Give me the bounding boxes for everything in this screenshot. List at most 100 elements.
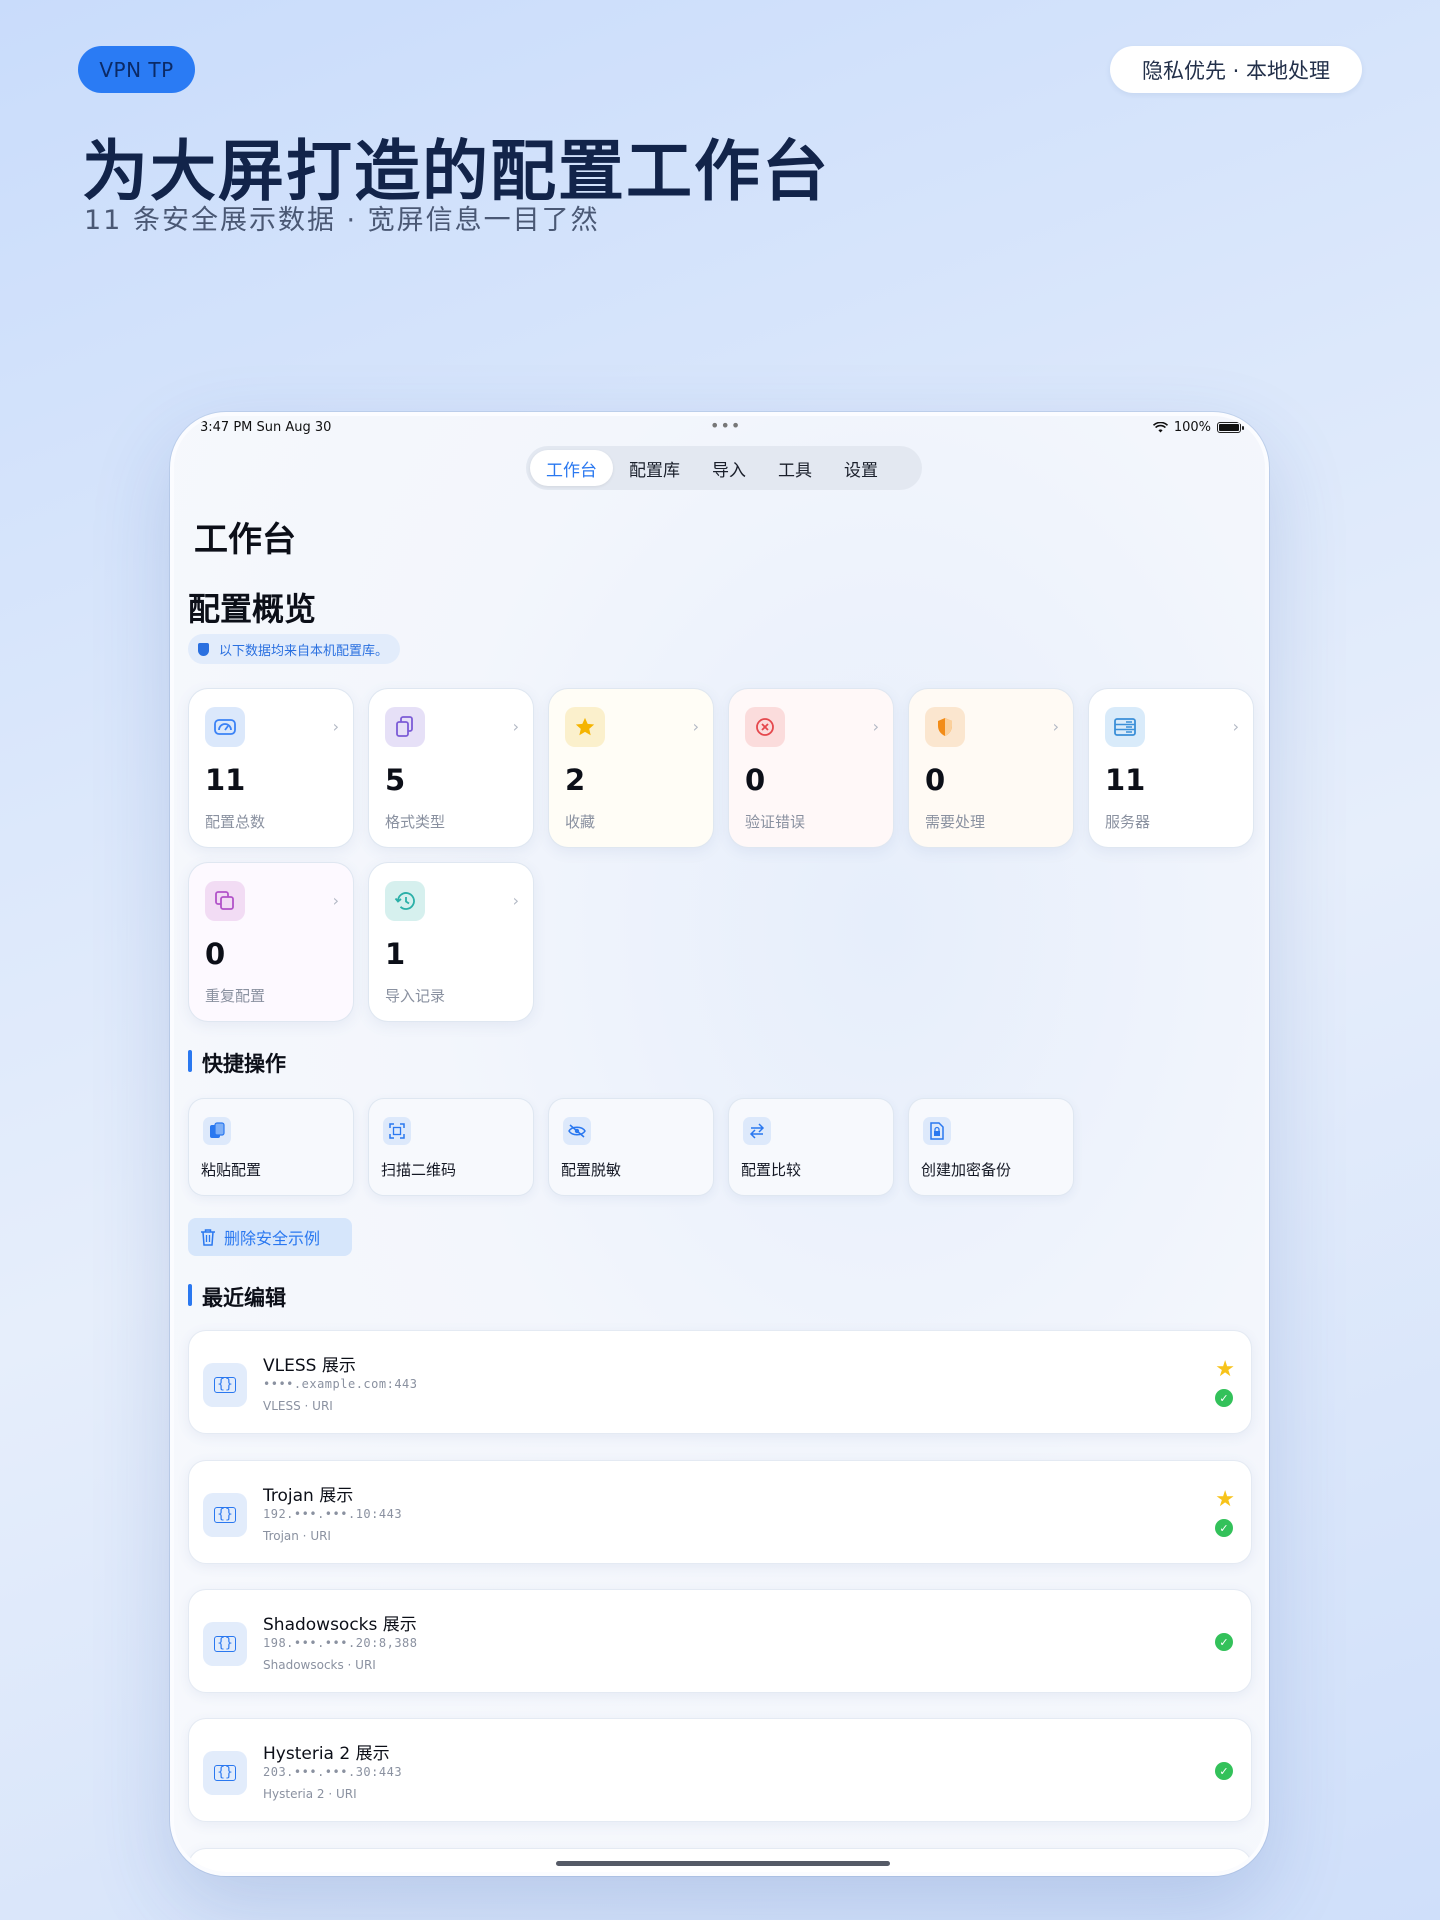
config-name: Trojan 展示	[263, 1486, 354, 1506]
scan-qrcode-button[interactable]: 扫描二维码	[368, 1098, 534, 1196]
stat-label: 格式类型	[385, 813, 446, 831]
quick-actions-title: 快捷操作	[188, 1048, 286, 1078]
chevron-right-icon: ›	[872, 717, 879, 736]
stat-label: 收藏	[565, 813, 596, 831]
tab-tools[interactable]: 工具	[762, 450, 828, 486]
chevron-right-icon: ›	[692, 717, 699, 736]
history-icon	[385, 881, 425, 921]
stat-label: 需要处理	[925, 813, 986, 831]
duplicate-icon	[205, 881, 245, 921]
config-meta: VLESS · URI	[263, 1399, 333, 1413]
action-label: 配置比较	[741, 1161, 802, 1179]
config-host: 198.•••.•••.20:8,388	[263, 1636, 418, 1650]
action-label: 扫描二维码	[381, 1161, 457, 1179]
star-icon	[565, 707, 605, 747]
config-braces-icon: {}	[203, 1363, 247, 1407]
status-bar: 3:47 PM Sun Aug 30 ••• 100%	[174, 416, 1265, 446]
compare-arrows-icon	[743, 1117, 771, 1145]
paste-config-button[interactable]: 粘贴配置	[188, 1098, 354, 1196]
chevron-right-icon: ›	[1052, 717, 1059, 736]
error-icon	[745, 707, 785, 747]
tablet-device: 3:47 PM Sun Aug 30 ••• 100% 工作台 配置库 导入 工…	[170, 412, 1269, 1876]
config-braces-icon: {}	[203, 1622, 247, 1666]
stat-value: 2	[565, 763, 586, 797]
chevron-right-icon: ›	[1232, 717, 1239, 736]
wifi-icon	[1152, 422, 1168, 433]
battery-icon	[1217, 422, 1244, 433]
delete-samples-button[interactable]: 删除安全示例	[188, 1218, 352, 1256]
shield-icon	[925, 707, 965, 747]
config-meta: Trojan · URI	[263, 1529, 331, 1543]
stat-card-errors[interactable]: › 0 验证错误	[728, 688, 894, 848]
stat-label: 验证错误	[745, 813, 806, 831]
stat-value: 0	[745, 763, 766, 797]
brand-badge: VPN TP	[78, 46, 195, 93]
delete-samples-label: 删除安全示例	[224, 1229, 321, 1248]
valid-check-icon: ✓	[1215, 1389, 1233, 1407]
stat-card-total[interactable]: › 11 配置总数	[188, 688, 354, 848]
config-name: Shadowsocks 展示	[263, 1615, 417, 1635]
config-braces-icon: {}	[203, 1751, 247, 1795]
valid-check-icon: ✓	[1215, 1762, 1233, 1780]
config-braces-icon: {}	[203, 1493, 247, 1537]
favorite-star-icon[interactable]: ★	[1215, 1357, 1235, 1382]
trash-icon	[201, 1229, 215, 1246]
top-tab-bar: 工作台 配置库 导入 工具 设置	[526, 446, 922, 490]
stat-card-formats[interactable]: › 5 格式类型	[368, 688, 534, 848]
tab-workbench[interactable]: 工作台	[530, 450, 613, 486]
chevron-right-icon: ›	[512, 891, 519, 910]
chevron-right-icon: ›	[512, 717, 519, 736]
config-row-hysteria2[interactable]: {} Hysteria 2 展示 203.•••.•••.30:443 Hyst…	[188, 1718, 1252, 1822]
page-title: 工作台	[194, 520, 296, 560]
stat-card-duplicates[interactable]: › 0 重复配置	[188, 862, 354, 1022]
tab-settings[interactable]: 设置	[828, 450, 894, 486]
action-label: 创建加密备份	[921, 1161, 1012, 1179]
battery-percent: 100%	[1173, 420, 1211, 435]
config-meta: Hysteria 2 · URI	[263, 1787, 357, 1801]
action-label: 粘贴配置	[201, 1161, 262, 1179]
privacy-badge: 隐私优先 · 本地处理	[1110, 46, 1362, 93]
action-label: 配置脱敏	[561, 1161, 622, 1179]
stat-label: 重复配置	[205, 987, 266, 1005]
stat-value: 11	[205, 763, 246, 797]
stat-card-favorites[interactable]: › 2 收藏	[548, 688, 714, 848]
paste-icon	[203, 1117, 231, 1145]
stat-card-servers[interactable]: › 11 服务器	[1088, 688, 1254, 848]
valid-check-icon: ✓	[1215, 1519, 1233, 1537]
gauge-icon	[205, 707, 245, 747]
config-row-trojan[interactable]: {} Trojan 展示 192.•••.•••.10:443 Trojan ·…	[188, 1460, 1252, 1564]
tab-import[interactable]: 导入	[696, 450, 762, 486]
stat-value: 5	[385, 763, 406, 797]
shield-icon	[198, 642, 209, 656]
create-encrypted-backup-button[interactable]: 创建加密备份	[908, 1098, 1074, 1196]
compare-config-button[interactable]: 配置比较	[728, 1098, 894, 1196]
qrcode-scan-icon	[383, 1117, 411, 1145]
config-host: ••••.example.com:443	[263, 1377, 418, 1391]
chevron-right-icon: ›	[332, 717, 339, 736]
lock-document-icon	[923, 1117, 951, 1145]
overview-title: 配置概览	[188, 590, 317, 628]
eye-slash-icon	[563, 1117, 591, 1145]
home-indicator[interactable]	[556, 1861, 890, 1866]
local-data-note: 以下数据均来自本机配置库。	[188, 634, 401, 664]
config-row-vless[interactable]: {} VLESS 展示 ••••.example.com:443 VLESS ·…	[188, 1330, 1252, 1434]
stat-value: 11	[1105, 763, 1146, 797]
valid-check-icon: ✓	[1215, 1633, 1233, 1651]
stat-value: 0	[925, 763, 946, 797]
tab-library[interactable]: 配置库	[613, 450, 696, 486]
stat-value: 1	[385, 937, 406, 971]
favorite-star-icon[interactable]: ★	[1215, 1487, 1235, 1512]
config-name: Hysteria 2 展示	[263, 1744, 390, 1764]
server-icon	[1105, 707, 1145, 747]
config-host: 203.•••.•••.30:443	[263, 1765, 403, 1779]
multitask-dots-icon[interactable]: •••	[710, 416, 741, 435]
stat-label: 服务器	[1105, 813, 1151, 831]
config-row-shadowsocks[interactable]: {} Shadowsocks 展示 198.•••.•••.20:8,388 S…	[188, 1589, 1252, 1693]
hero-subtitle: 11 条安全展示数据 · 宽屏信息一目了然	[84, 205, 600, 236]
chevron-right-icon: ›	[332, 891, 339, 910]
config-meta: Shadowsocks · URI	[263, 1658, 376, 1672]
stat-card-import-history[interactable]: › 1 导入记录	[368, 862, 534, 1022]
desensitize-config-button[interactable]: 配置脱敏	[548, 1098, 714, 1196]
documents-icon	[385, 707, 425, 747]
stat-card-needs-attention[interactable]: › 0 需要处理	[908, 688, 1074, 848]
